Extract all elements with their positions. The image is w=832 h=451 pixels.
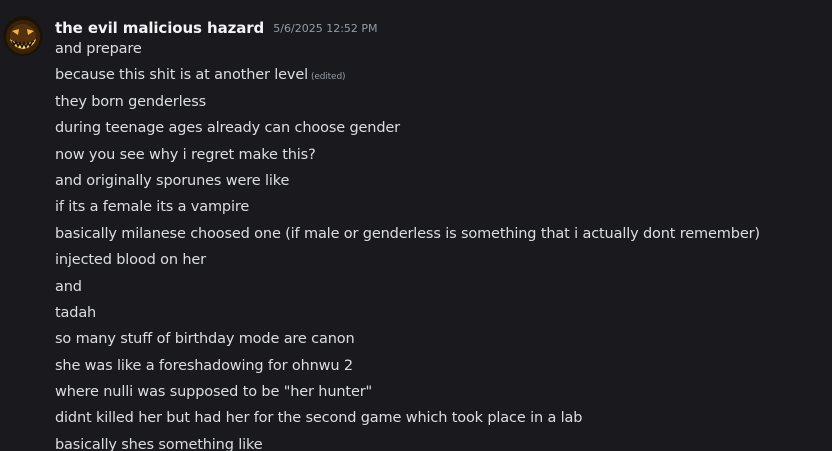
avatar[interactable]	[3, 16, 43, 56]
message-line: so many stuff of birthday mode are canon	[55, 331, 355, 348]
message-line: basically milanese choosed one (if male …	[55, 225, 760, 242]
chat-message-area: the evil malicious hazard 5/6/2025 12:52…	[0, 0, 832, 451]
message-header: the evil malicious hazard 5/6/2025 12:52…	[55, 18, 378, 38]
message-line: if its a female its a vampire	[55, 199, 250, 216]
message-line: and prepare	[55, 41, 142, 57]
message-line: they born genderless	[55, 93, 207, 110]
message-line: didnt killed her but had her for the sec…	[55, 410, 583, 427]
username[interactable]: the evil malicious hazard	[55, 19, 264, 37]
timestamp[interactable]: 5/6/2025 12:52 PM	[273, 22, 377, 35]
message-line: tadah	[55, 304, 97, 321]
message-line: basically shes something like	[55, 436, 263, 451]
message-line: and	[55, 278, 82, 295]
message-line: where nulli was supposed to be "her hunt…	[55, 384, 373, 401]
message-line: during teenage ages already can choose g…	[55, 120, 400, 137]
message-list: and prepare because this shit is at anot…	[55, 39, 825, 451]
message-line: injected blood on her	[55, 252, 206, 269]
message-line: now you see why i regret make this?	[55, 146, 316, 163]
jack-o-lantern-avatar-icon	[3, 16, 43, 56]
message-line: she was like a foreshadowing for ohnwu 2	[55, 357, 353, 374]
message-line: and originally sporunes were like	[55, 172, 290, 189]
edited-label[interactable]: (edited)	[311, 72, 346, 82]
message-line: because this shit is at another level (ed…	[55, 67, 346, 84]
